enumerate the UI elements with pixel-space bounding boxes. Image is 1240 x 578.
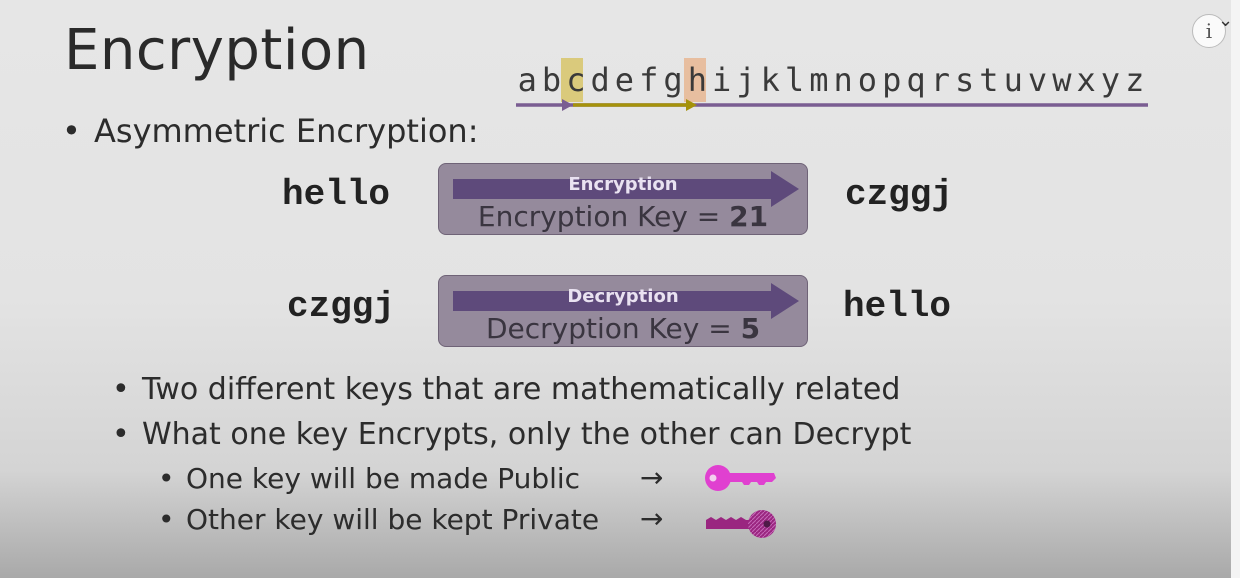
sub-point-public: • One key will be made Public <box>158 462 581 495</box>
encryption-box: Encryption Encryption Key = 21 <box>438 163 808 235</box>
decryption-box-label: Decryption <box>567 286 679 307</box>
point-2: • What one key Encrypts, only the other c… <box>112 417 912 452</box>
heading-bullet: • Asymmetric Encryption: <box>62 112 479 150</box>
decryption-key: Decryption Key = 5 <box>439 312 807 345</box>
sub-point-private: • Other key will be kept Private <box>158 503 600 536</box>
sub-point-public-text: One key will be made Public <box>186 462 581 495</box>
purple-arrowhead <box>562 99 573 111</box>
decryption-key-label: Decryption Key = <box>485 312 741 345</box>
encryption-key: Encryption Key = 21 <box>439 200 807 233</box>
encryption-key-label: Encryption Key = <box>477 200 730 233</box>
arrow-private: → <box>640 502 664 535</box>
public-key-icon <box>705 465 776 491</box>
encryption-key-value: 21 <box>729 200 769 233</box>
point-2-text: What one key Encrypts, only the other ca… <box>142 417 912 452</box>
dec-plaintext: hello <box>843 286 952 327</box>
sub-point-private-text: Other key will be kept Private <box>186 503 600 536</box>
olive-arrowhead <box>686 99 697 111</box>
right-edge-strip <box>1231 0 1240 578</box>
private-key-icon <box>706 510 776 538</box>
shift-arrows <box>516 99 1148 111</box>
alphabet-diagram: abcdefghijklmnopqrstuvwxyz <box>516 58 1156 118</box>
point-1: • Two different keys that are mathematica… <box>112 372 901 407</box>
arrow-public: → <box>640 461 664 494</box>
dec-ciphertext: czggj <box>287 286 396 327</box>
chevron-down-icon[interactable]: ⌄ <box>1218 10 1233 31</box>
enc-plaintext: hello <box>282 174 391 215</box>
heading-bullet-text: Asymmetric Encryption: <box>94 112 479 150</box>
decryption-box: Decryption Decryption Key = 5 <box>438 275 808 347</box>
encryption-box-label: Encryption <box>568 174 678 195</box>
point-1-text: Two different keys that are mathematical… <box>142 372 901 407</box>
slide-title: Encryption <box>64 18 370 83</box>
decryption-key-value: 5 <box>740 312 761 345</box>
enc-ciphertext: czggj <box>845 174 954 215</box>
